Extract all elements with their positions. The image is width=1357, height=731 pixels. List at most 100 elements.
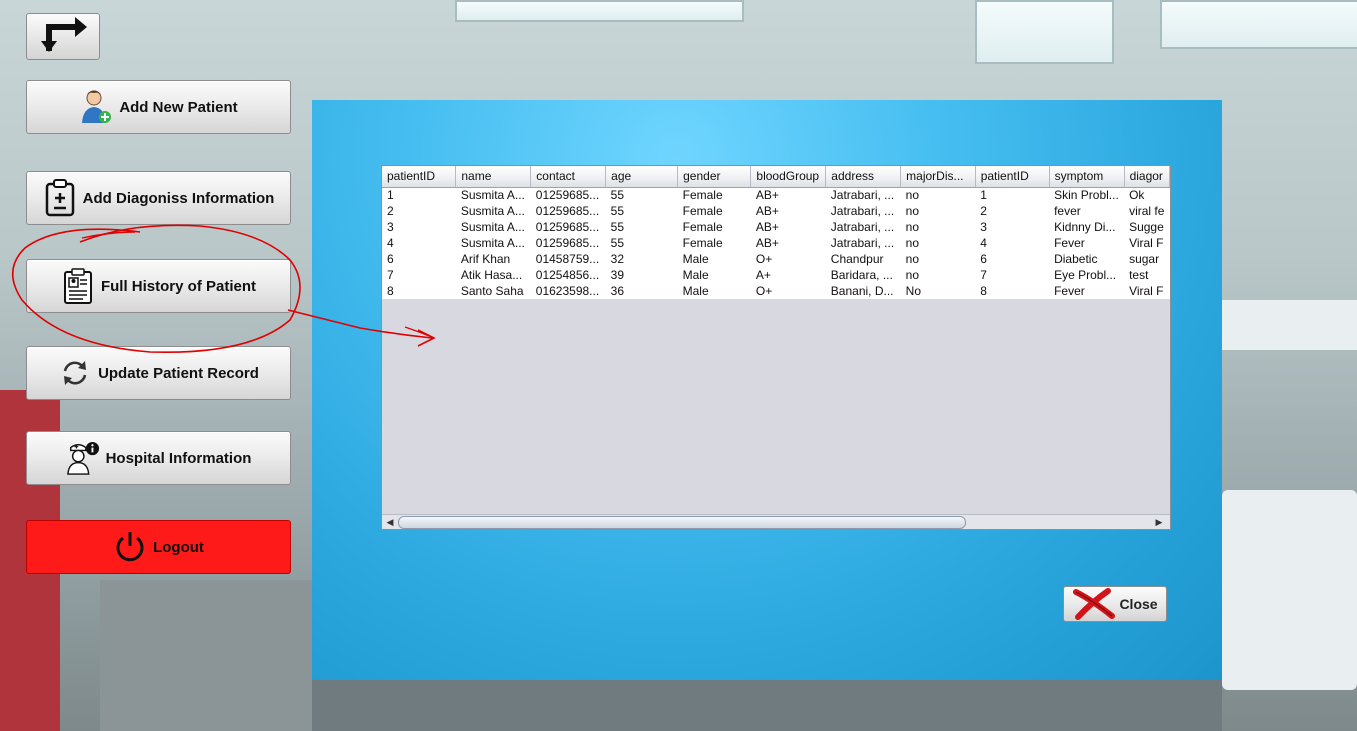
column-header[interactable]: name [455,166,532,188]
table-cell[interactable]: no [900,203,976,219]
table-cell[interactable]: Female [677,219,751,235]
table-cell[interactable]: no [900,251,976,267]
table-cell[interactable]: Jatrabari, ... [825,203,901,219]
table-cell[interactable]: Female [677,203,751,219]
table-cell[interactable]: no [900,219,976,235]
table-cell[interactable]: 7 [382,267,456,283]
table-cell[interactable]: Eye Probl... [1049,267,1125,283]
table-cell[interactable]: sugar [1124,251,1170,267]
table-cell[interactable]: Arif Khan [455,251,531,267]
table-cell[interactable]: Baridara, ... [825,267,901,283]
column-header[interactable]: gender [677,166,752,188]
table-cell[interactable]: 01259685... [530,203,606,219]
table-cell[interactable]: Sugge [1124,219,1170,235]
table-cell[interactable]: Susmita A... [455,187,531,203]
table-cell[interactable]: Susmita A... [455,203,531,219]
column-header[interactable]: bloodGroup [750,166,827,188]
table-cell[interactable]: Viral F [1124,235,1170,251]
table-cell[interactable]: AB+ [750,219,826,235]
table-cell[interactable]: Susmita A... [455,219,531,235]
table-cell[interactable]: AB+ [750,235,826,251]
horizontal-scrollbar[interactable]: ◀ ▶ [382,514,1170,529]
scroll-left-icon[interactable]: ◀ [383,515,397,529]
table-cell[interactable]: Female [677,235,751,251]
table-cell[interactable]: 32 [605,251,678,267]
column-header[interactable]: address [825,166,902,188]
table-cell[interactable]: O+ [750,251,826,267]
table-cell[interactable]: 2 [975,203,1050,219]
table-cell[interactable]: 4 [975,235,1050,251]
table-cell[interactable]: 36 [605,283,678,299]
table-cell[interactable]: Male [677,283,751,299]
scroll-right-icon[interactable]: ▶ [1152,515,1166,529]
table-cell[interactable]: Jatrabari, ... [825,235,901,251]
column-header[interactable]: contact [530,166,607,188]
table-cell[interactable]: 6 [382,251,456,267]
table-cell[interactable]: fever [1049,203,1125,219]
table-cell[interactable]: 55 [605,187,678,203]
table-cell[interactable]: 55 [605,219,678,235]
hospital-information-button[interactable]: Hospital Information [26,431,291,485]
table-row[interactable]: 1 Susmita A... 01259685... 55 Female AB+ Jatra… [382,187,1170,203]
table-cell[interactable]: A+ [750,267,826,283]
table-cell[interactable]: O+ [750,283,826,299]
column-header[interactable]: symptom [1049,166,1125,188]
table-cell[interactable]: 8 [975,283,1050,299]
full-history-button[interactable]: Full History of Patient [26,259,291,313]
table-cell[interactable]: Fever [1049,283,1125,299]
table-cell[interactable]: 3 [975,219,1050,235]
table-cell[interactable]: Jatrabari, ... [825,187,901,203]
table-cell[interactable]: Fever [1049,235,1125,251]
table-cell[interactable]: Female [677,187,751,203]
table-cell[interactable]: 2 [382,203,456,219]
table-cell[interactable]: 55 [605,203,678,219]
table-cell[interactable]: 39 [605,267,678,283]
table-cell[interactable]: no [900,187,976,203]
table-cell[interactable]: 01623598... [530,283,606,299]
table-row[interactable]: 4 Susmita A... 01259685... 55 Female AB+ Jatra… [382,235,1170,251]
table-cell[interactable]: Male [677,267,751,283]
logout-button[interactable]: Logout [26,520,291,574]
table-cell[interactable]: no [900,267,976,283]
table-cell[interactable]: test [1124,267,1170,283]
close-button[interactable]: Close [1063,586,1167,622]
table-cell[interactable]: 01259685... [530,219,606,235]
table-cell[interactable]: Banani, D... [825,283,901,299]
column-header[interactable]: patientID [975,166,1050,188]
update-patient-record-button[interactable]: Update Patient Record [26,346,291,400]
column-header[interactable]: age [605,166,679,188]
column-header[interactable]: patientID [382,166,457,188]
table-cell[interactable]: 01458759... [530,251,606,267]
table-row[interactable]: 8 Santo Saha 01623598... 36 Male O+ Banani, D.… [382,283,1170,299]
table-cell[interactable]: 55 [605,235,678,251]
table-cell[interactable]: viral fe [1124,203,1170,219]
table-cell[interactable]: Male [677,251,751,267]
add-diagnosis-button[interactable]: Add Diagoniss Information [26,171,291,225]
scrollbar-thumb[interactable] [398,516,966,529]
table-row[interactable]: 3 Susmita A... 01259685... 55 Female AB+ Jatra… [382,219,1170,235]
table-cell[interactable]: No [900,283,976,299]
table-row[interactable]: 2 Susmita A... 01259685... 55 Female AB+ Jatra… [382,203,1170,219]
table-cell[interactable]: Jatrabari, ... [825,219,901,235]
table-cell[interactable]: Chandpur [825,251,901,267]
table-cell[interactable]: Santo Saha [455,283,531,299]
table-cell[interactable]: 1 [382,187,456,203]
table-cell[interactable]: AB+ [750,203,826,219]
table-cell[interactable]: Atik Hasa... [455,267,531,283]
table-cell[interactable]: Skin Probl... [1049,187,1125,203]
table-cell[interactable]: Ok [1124,187,1170,203]
table-cell[interactable]: Viral F [1124,283,1170,299]
table-cell[interactable]: 01254856... [530,267,606,283]
table-row[interactable]: 7 Atik Hasa... 01254856... 39 Male A+ Baridara… [382,267,1170,283]
table-cell[interactable]: Susmita A... [455,235,531,251]
table-cell[interactable]: 8 [382,283,456,299]
table-cell[interactable]: 01259685... [530,235,606,251]
table-cell[interactable]: 6 [975,251,1050,267]
table-cell[interactable]: no [900,235,976,251]
table-row[interactable]: 6 Arif Khan 01458759... 32 Male O+ Chandpur no 6… [382,251,1170,267]
add-new-patient-button[interactable]: Add New Patient [26,80,291,134]
table-cell[interactable]: 4 [382,235,456,251]
table-cell[interactable]: 1 [975,187,1050,203]
table-cell[interactable]: Kidnny Di... [1049,219,1125,235]
column-header[interactable]: majorDis... [900,166,976,188]
